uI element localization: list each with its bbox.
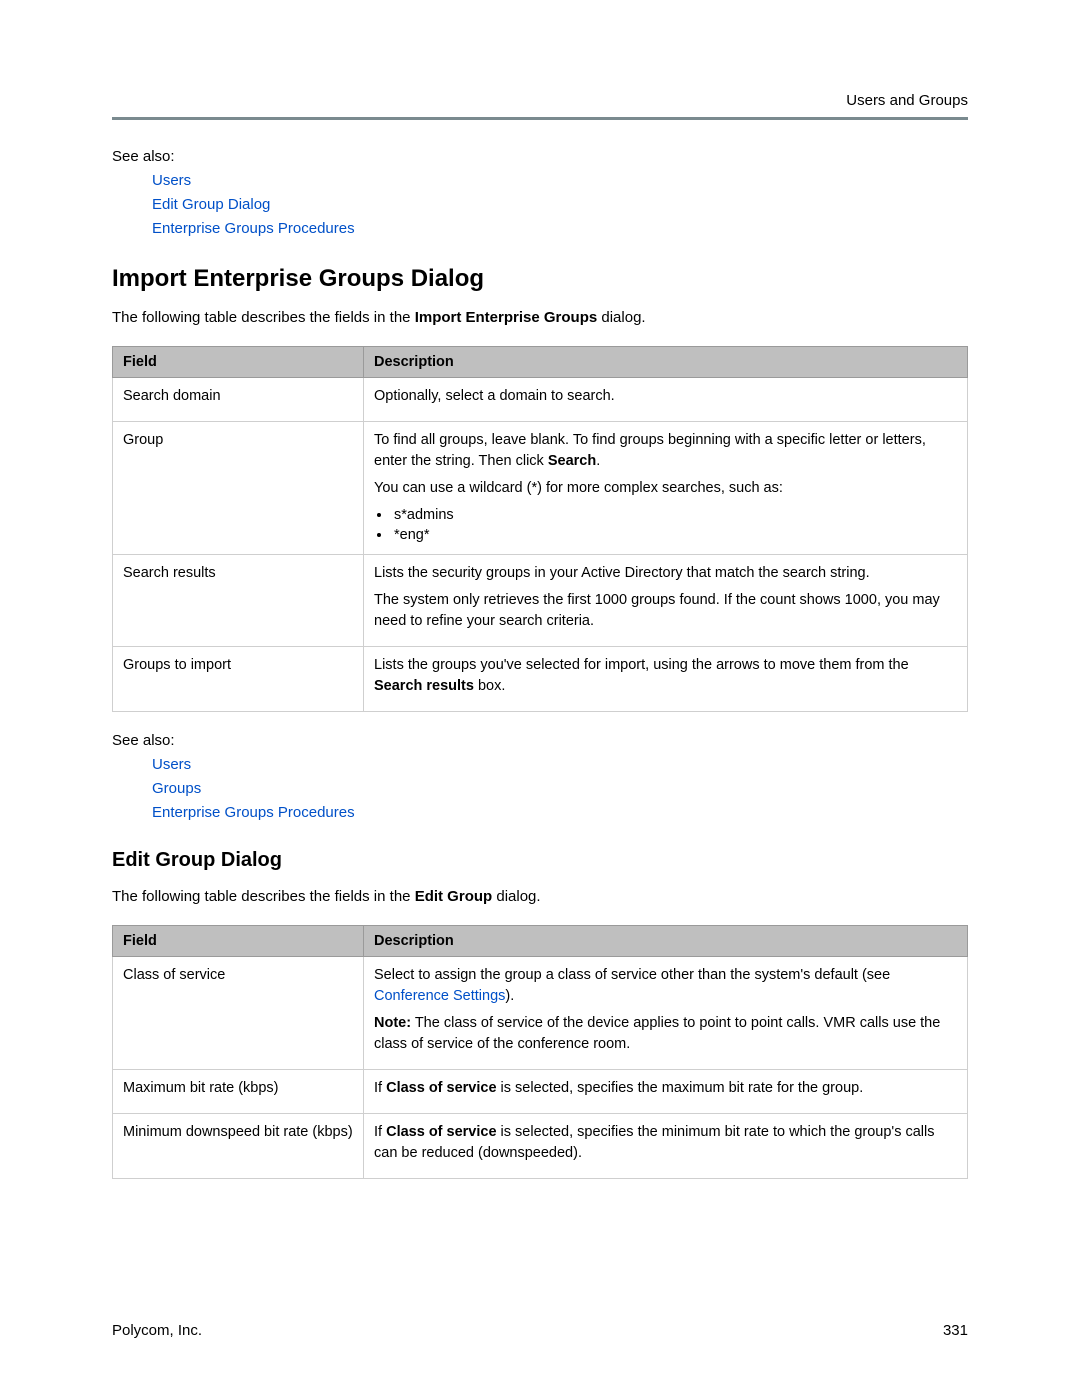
field-description: Select to assign the group a class of se…: [364, 956, 968, 1069]
see-also-label-1: See also:: [112, 148, 968, 165]
link-enterprise-groups-procedures[interactable]: Enterprise Groups Procedures: [152, 217, 968, 241]
see-also-label-2: See also:: [112, 732, 968, 749]
field-name: Search results: [113, 554, 364, 646]
see-also-links-2: Users Groups Enterprise Groups Procedure…: [152, 753, 968, 825]
field-name: Class of service: [113, 956, 364, 1069]
list-item: *eng*: [392, 525, 957, 545]
field-description: Lists the groups you've selected for imp…: [364, 646, 968, 711]
link-users[interactable]: Users: [152, 169, 968, 193]
col-field: Field: [113, 347, 364, 378]
field-name: Minimum downspeed bit rate (kbps): [113, 1113, 364, 1178]
table-row: Class of service Select to assign the gr…: [113, 956, 968, 1069]
col-description: Description: [364, 925, 968, 956]
field-name: Group: [113, 422, 364, 555]
table-row: Minimum downspeed bit rate (kbps) If Cla…: [113, 1113, 968, 1178]
header-rule: [112, 117, 968, 120]
link-users[interactable]: Users: [152, 753, 968, 777]
field-description: If Class of service is selected, specifi…: [364, 1113, 968, 1178]
link-edit-group-dialog[interactable]: Edit Group Dialog: [152, 193, 968, 217]
field-name: Groups to import: [113, 646, 364, 711]
field-name: Search domain: [113, 378, 364, 422]
col-field: Field: [113, 925, 364, 956]
col-description: Description: [364, 347, 968, 378]
table-row: Search domain Optionally, select a domai…: [113, 378, 968, 422]
link-enterprise-groups-procedures[interactable]: Enterprise Groups Procedures: [152, 801, 968, 825]
link-groups[interactable]: Groups: [152, 777, 968, 801]
table-edit-group: Field Description Class of service Selec…: [112, 925, 968, 1179]
intro-1: The following table describes the fields…: [112, 307, 968, 328]
field-description: If Class of service is selected, specifi…: [364, 1069, 968, 1113]
field-description: Optionally, select a domain to search.: [364, 378, 968, 422]
intro-2: The following table describes the fields…: [112, 886, 968, 907]
table-row: Search results Lists the security groups…: [113, 554, 968, 646]
list-item: s*admins: [392, 505, 957, 525]
field-description: To find all groups, leave blank. To find…: [364, 422, 968, 555]
field-name: Maximum bit rate (kbps): [113, 1069, 364, 1113]
footer-page-number: 331: [943, 1322, 968, 1339]
see-also-links-1: Users Edit Group Dialog Enterprise Group…: [152, 169, 968, 241]
breadcrumb: Users and Groups: [846, 92, 968, 109]
table-import-enterprise-groups: Field Description Search domain Optional…: [112, 346, 968, 712]
link-conference-settings[interactable]: Conference Settings: [374, 988, 505, 1004]
table-row: Group To find all groups, leave blank. T…: [113, 422, 968, 555]
heading-import-enterprise-groups-dialog: Import Enterprise Groups Dialog: [112, 265, 968, 293]
field-description: Lists the security groups in your Active…: [364, 554, 968, 646]
footer-company: Polycom, Inc.: [112, 1322, 202, 1339]
table-row: Maximum bit rate (kbps) If Class of serv…: [113, 1069, 968, 1113]
table-row: Groups to import Lists the groups you've…: [113, 646, 968, 711]
heading-edit-group-dialog: Edit Group Dialog: [112, 849, 968, 872]
